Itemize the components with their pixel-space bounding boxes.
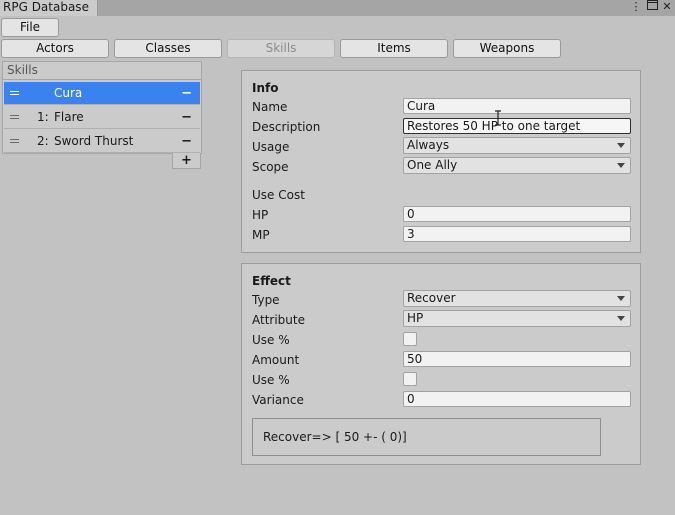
- effect-title: Effect: [252, 274, 291, 288]
- tab-classes-label: Classes: [145, 41, 191, 55]
- attribute-label: Attribute: [252, 313, 305, 327]
- chevron-down-icon: [617, 163, 625, 168]
- scope-dropdown[interactable]: One Ally: [403, 157, 631, 174]
- name-label: Name: [252, 100, 288, 114]
- type-dropdown[interactable]: Recover: [403, 290, 631, 307]
- file-button[interactable]: File: [1, 18, 59, 37]
- title-bar: RPG Database ⋮ ✕: [0, 0, 675, 16]
- tab-actors-label: Actors: [36, 41, 74, 55]
- skills-list-panel: Skills Cura − 1: Flare − 2: Sword Thurst…: [2, 61, 202, 154]
- use-percent-checkbox[interactable]: [403, 332, 417, 346]
- remove-item-button[interactable]: −: [181, 86, 192, 101]
- tab-items-label: Items: [377, 41, 411, 55]
- use-percent-label: Use %: [252, 373, 290, 387]
- type-label: Type: [252, 293, 280, 307]
- maximize-icon[interactable]: [645, 0, 659, 14]
- list-item-index: 2:: [37, 134, 49, 148]
- amount-label: Amount: [252, 353, 300, 367]
- list-item-label: Sword Thurst: [54, 134, 134, 148]
- tab-items[interactable]: Items: [340, 39, 448, 58]
- add-item-button[interactable]: +: [172, 153, 201, 169]
- kebab-menu-icon[interactable]: ⋮: [629, 0, 643, 14]
- list-item[interactable]: 1: Flare −: [4, 106, 200, 129]
- window-title: RPG Database: [3, 0, 89, 14]
- description-label: Description: [252, 120, 321, 134]
- mp-field[interactable]: 3: [403, 226, 631, 242]
- tab-skills[interactable]: Skills: [227, 39, 335, 58]
- name-field[interactable]: Cura: [403, 98, 631, 114]
- list-item[interactable]: Cura −: [4, 82, 200, 105]
- list-item[interactable]: 2: Sword Thurst −: [4, 130, 200, 153]
- drag-handle-icon[interactable]: [10, 115, 19, 119]
- chevron-down-icon: [617, 296, 625, 301]
- usage-label: Usage: [252, 140, 290, 154]
- use-cost-label: Use Cost: [252, 188, 305, 202]
- tab-actors[interactable]: Actors: [1, 39, 109, 58]
- variance-field[interactable]: 0: [403, 391, 631, 407]
- drag-handle-icon[interactable]: [10, 91, 19, 95]
- skills-list-header: Skills: [3, 62, 201, 80]
- tab-skills-label: Skills: [265, 41, 297, 55]
- usage-dropdown[interactable]: Always: [403, 137, 631, 154]
- list-item-label: Cura: [54, 86, 83, 100]
- amount-field[interactable]: 50: [403, 351, 631, 367]
- chevron-down-icon: [617, 143, 625, 148]
- window-title-tab[interactable]: RPG Database: [0, 0, 98, 16]
- hp-label: HP: [252, 208, 269, 222]
- variance-label: Variance: [252, 393, 304, 407]
- close-icon[interactable]: ✕: [660, 0, 674, 14]
- mp-label: MP: [252, 228, 270, 242]
- chevron-down-icon: [617, 316, 625, 321]
- scope-label: Scope: [252, 160, 289, 174]
- use-percent-label: Use %: [252, 333, 290, 347]
- type-value: Recover: [407, 291, 456, 305]
- info-title: Info: [252, 81, 279, 95]
- tab-weapons-label: Weapons: [479, 41, 535, 55]
- description-field[interactable]: Restores 50 HP to one target: [403, 118, 631, 134]
- tab-classes[interactable]: Classes: [114, 39, 222, 58]
- usage-value: Always: [407, 138, 450, 152]
- drag-handle-icon[interactable]: [10, 139, 19, 143]
- hp-field[interactable]: 0: [403, 206, 631, 222]
- use-percent-variance-checkbox[interactable]: [403, 372, 417, 386]
- attribute-dropdown[interactable]: HP: [403, 310, 631, 327]
- list-item-index: 1:: [37, 110, 49, 124]
- tab-weapons[interactable]: Weapons: [453, 39, 561, 58]
- attribute-value: HP: [407, 311, 424, 325]
- effect-panel: Effect Type Recover Attribute HP Use % A…: [241, 263, 641, 465]
- info-panel: Info Name Cura Description Restores 50 H…: [241, 70, 641, 253]
- text-cursor-icon: [495, 110, 501, 126]
- file-button-label: File: [19, 20, 41, 34]
- scope-value: One Ally: [407, 158, 458, 172]
- effect-summary: Recover=> [ 50 +- ( 0)]: [252, 418, 601, 456]
- remove-item-button[interactable]: −: [181, 134, 192, 149]
- remove-item-button[interactable]: −: [181, 110, 192, 125]
- list-item-label: Flare: [54, 110, 84, 124]
